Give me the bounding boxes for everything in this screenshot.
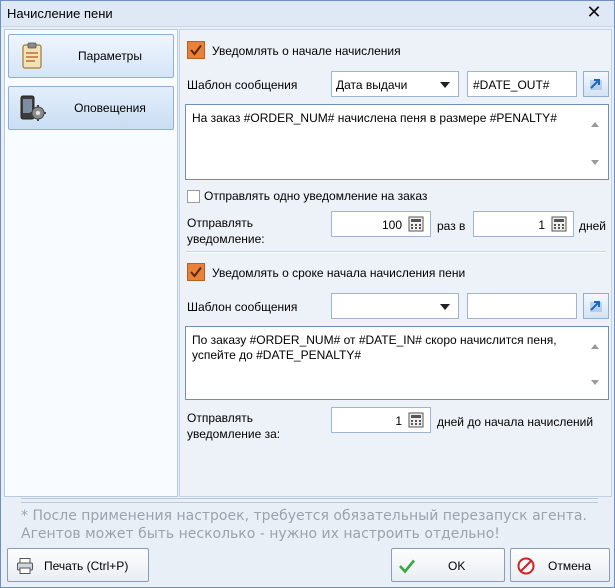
calculator-icon[interactable] (551, 216, 567, 232)
one-per-order-label: Отправлять одно уведомление на заказ (204, 189, 428, 203)
checkmark-icon (399, 559, 416, 574)
template-label-1: Шаблон сообщения (187, 78, 298, 92)
window-title: Начисление пени (7, 6, 113, 21)
chevron-down-icon (440, 82, 450, 88)
calculator-icon[interactable] (408, 412, 424, 428)
nav-button-parameters[interactable]: Параметры (8, 34, 174, 78)
calculator-icon[interactable] (408, 216, 424, 232)
restart-note: * После применения настроек, требуется о… (21, 508, 587, 524)
checkmark-icon (190, 266, 202, 278)
ok-button-label: OK (448, 559, 466, 573)
title-bar: Начисление пени ✕ (1, 1, 614, 27)
print-button-label: Печать (Ctrl+P) (44, 559, 129, 573)
notifications-panel: Уведомлять о начале начисления Шаблон со… (179, 29, 612, 497)
template-label-2: Шаблон сообщения (187, 300, 298, 314)
send-label-2b: уведомление за: (187, 427, 281, 441)
scroll-down-icon[interactable] (591, 160, 599, 165)
ok-button[interactable]: OK (391, 548, 505, 582)
send-label-1a: Отправлять (187, 216, 254, 230)
message-template-text-2[interactable]: По заказу #ORDER_NUM# от #DATE_IN# скоро… (185, 326, 609, 400)
template-select-1[interactable]: Дата выдачи (331, 71, 459, 97)
template-variable-field-2[interactable] (467, 293, 577, 319)
clipboard-icon (22, 42, 42, 69)
days-before-value: 1 (395, 414, 402, 428)
insert-arrow-icon (590, 79, 602, 90)
print-button[interactable]: Печать (Ctrl+P) (7, 548, 149, 582)
template-select-1-value: Дата выдачи (336, 78, 408, 92)
nav-button-notifications[interactable]: Оповещения (8, 86, 174, 130)
template-variable-field-1[interactable]: #DATE_OUT# (467, 71, 577, 97)
send-days-field[interactable]: 1 (473, 211, 574, 237)
message-template-text-1[interactable]: На заказ #ORDER_NUM# начислена пеня в ра… (185, 104, 609, 180)
bottom-separator (21, 498, 598, 503)
cancel-icon (517, 557, 535, 575)
notify-start-checkbox[interactable] (187, 41, 205, 59)
checkmark-icon (190, 44, 202, 56)
nav-label-notifications: Оповещения (74, 101, 146, 115)
days-before-label: дней до начала начислений (437, 415, 594, 429)
insert-variable-button-2[interactable] (583, 293, 609, 319)
insert-arrow-icon (590, 301, 602, 312)
scroll-up-icon[interactable] (591, 122, 599, 127)
phone-gear-icon (20, 95, 46, 121)
send-days-value: 1 (538, 218, 545, 232)
template-variable-1-value: #DATE_OUT# (473, 78, 550, 92)
insert-variable-button-1[interactable] (583, 71, 609, 97)
cancel-button-label: Отмена (548, 559, 592, 573)
dialog-window: Начисление пени ✕ Параметры Оповещения У… (0, 0, 615, 588)
scroll-up-icon[interactable] (591, 344, 599, 349)
nav-label-parameters: Параметры (78, 49, 142, 63)
times-in-label: раз в (437, 219, 466, 233)
template-select-2[interactable] (331, 293, 459, 319)
days-before-field[interactable]: 1 (331, 407, 431, 433)
close-icon[interactable]: ✕ (584, 3, 604, 23)
notify-deadline-label: Уведомлять о сроке начала начисления пен… (212, 266, 466, 280)
days-label: дней (579, 219, 607, 233)
message-template-1-content: На заказ #ORDER_NUM# начислена пеня в ра… (192, 111, 557, 125)
notify-start-label: Уведомлять о начале начисления (212, 44, 401, 58)
cancel-button[interactable]: Отмена (510, 548, 610, 582)
nav-panel: Параметры Оповещения (4, 29, 178, 497)
agents-note: Агентов может быть несколько - нужно их … (21, 526, 500, 542)
notify-deadline-checkbox[interactable] (187, 263, 205, 281)
chevron-down-icon (440, 304, 450, 310)
section-divider (186, 251, 606, 253)
send-label-2a: Отправлять (187, 411, 254, 425)
scroll-down-icon[interactable] (591, 380, 599, 385)
printer-icon (17, 558, 33, 574)
send-count-field[interactable]: 100 (331, 211, 431, 237)
send-count-value: 100 (381, 218, 402, 232)
one-per-order-checkbox[interactable] (187, 190, 200, 203)
send-label-1b: уведомление: (187, 232, 265, 246)
message-template-2-content: По заказу #ORDER_NUM# от #DATE_IN# скоро… (192, 333, 557, 362)
